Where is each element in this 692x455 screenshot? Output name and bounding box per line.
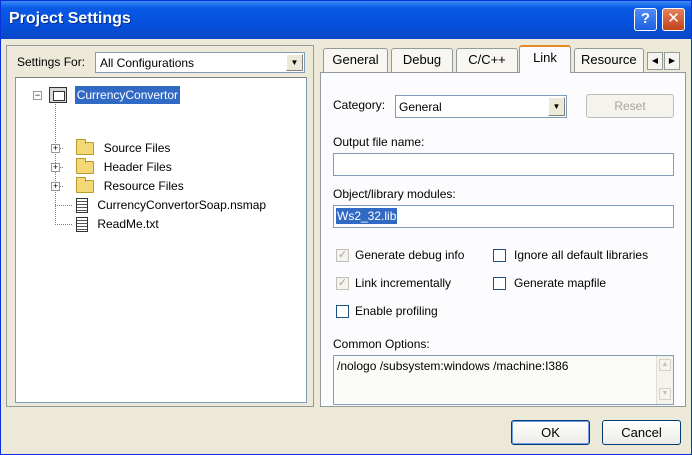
enable-profiling-label: Enable profiling [355, 304, 438, 318]
modules-value: Ws2_32.lib [336, 208, 398, 224]
tab-link[interactable]: Link [519, 45, 571, 73]
tree-item-resource-files[interactable]: + Resource Files [51, 177, 186, 195]
common-options-value: /nologo /subsystem:windows /machine:I386 [337, 359, 569, 373]
tree-item-label: Resource Files [103, 179, 184, 193]
expand-icon[interactable]: + [51, 182, 60, 191]
folder-icon [76, 139, 95, 155]
generate-debug-info-label: Generate debug info [355, 248, 465, 262]
output-file-input[interactable] [333, 153, 674, 176]
common-options-textarea[interactable]: /nologo /subsystem:windows /machine:I386… [333, 355, 674, 405]
folder-icon [76, 177, 95, 193]
category-select[interactable]: General ▼ [395, 95, 567, 118]
configuration-value: All Configurations [100, 56, 195, 70]
reset-button[interactable]: Reset [586, 94, 674, 118]
modules-input[interactable]: Ws2_32.lib [333, 205, 674, 228]
project-settings-dialog: Project Settings ? ✕ Settings For: All C… [0, 0, 692, 455]
scroll-up-icon[interactable]: ▲ [659, 359, 671, 371]
tab-resource[interactable]: Resource [574, 48, 644, 72]
settings-for-panel: Settings For: All Configurations ▼ − Cur… [6, 45, 314, 407]
category-value: General [399, 100, 442, 114]
tree-item-root[interactable]: − CurrencyConvertor [20, 86, 181, 104]
tree-item-source-files[interactable]: + Source Files [51, 139, 172, 157]
ignore-default-libraries-checkbox[interactable] [493, 249, 506, 262]
dropdown-arrow-icon[interactable]: ▼ [548, 97, 565, 116]
common-options-label: Common Options: [333, 337, 430, 351]
scroll-left-icon[interactable]: ◀ [647, 52, 663, 70]
tree-item-readme[interactable]: ReadMe.txt [76, 215, 161, 233]
ignore-default-libraries-label: Ignore all default libraries [514, 248, 649, 262]
close-button[interactable]: ✕ [662, 8, 685, 31]
tab-c-cpp[interactable]: C/C++ [456, 48, 518, 72]
project-icon [49, 87, 68, 103]
tree-connector [55, 205, 72, 206]
scroll-down-icon[interactable]: ▼ [659, 388, 671, 400]
dropdown-arrow-icon[interactable]: ▼ [286, 54, 303, 71]
file-icon [76, 198, 88, 213]
tree-item-label: Header Files [103, 160, 172, 174]
settings-tabs-panel: General Debug C/C++ Link Resource ◀ ▶ Ca… [320, 45, 686, 407]
tree-item-nsmap-file[interactable]: CurrencyConvertorSoap.nsmap [76, 196, 268, 214]
enable-profiling-checkbox[interactable] [336, 305, 349, 318]
generate-mapfile-label: Generate mapfile [514, 276, 607, 290]
tree-connector [55, 224, 72, 225]
tree-item-label: ReadMe.txt [97, 217, 159, 231]
generate-debug-info-checkbox[interactable]: ✓ [336, 249, 349, 262]
tree-item-label: Source Files [103, 141, 171, 155]
tab-debug[interactable]: Debug [391, 48, 453, 72]
title-bar[interactable]: Project Settings ? ✕ [1, 1, 691, 39]
scroll-right-icon[interactable]: ▶ [664, 52, 680, 70]
window-title: Project Settings [9, 10, 131, 27]
help-button[interactable]: ? [634, 8, 657, 31]
settings-for-label: Settings For: [17, 55, 86, 69]
project-tree[interactable]: − CurrencyConvertor + Source Files + Hea… [15, 77, 307, 403]
configuration-select[interactable]: All Configurations ▼ [95, 52, 305, 73]
ok-button[interactable]: OK [511, 420, 590, 445]
modules-label: Object/library modules: [333, 187, 456, 201]
output-file-label: Output file name: [333, 135, 425, 149]
tab-general[interactable]: General [323, 48, 388, 72]
category-label: Category: [333, 98, 386, 112]
tab-scroller: ◀ ▶ [647, 52, 681, 70]
file-icon [76, 217, 88, 232]
link-incrementally-checkbox[interactable]: ✓ [336, 277, 349, 290]
folder-icon [76, 158, 95, 174]
collapse-icon[interactable]: − [33, 91, 42, 100]
link-tab-content: Category: General ▼ Reset Output file na… [320, 72, 686, 407]
expand-icon[interactable]: + [51, 163, 60, 172]
tree-item-label: CurrencyConvertorSoap.nsmap [97, 198, 267, 212]
cancel-button[interactable]: Cancel [602, 420, 681, 445]
generate-mapfile-checkbox[interactable] [493, 277, 506, 290]
tree-item-label: CurrencyConvertor [74, 86, 181, 104]
expand-icon[interactable]: + [51, 144, 60, 153]
dialog-body: Settings For: All Configurations ▼ − Cur… [4, 39, 688, 453]
tree-item-header-files[interactable]: + Header Files [51, 158, 174, 176]
link-incrementally-label: Link incrementally [355, 276, 452, 290]
vertical-scrollbar[interactable]: ▲ ▼ [656, 356, 673, 404]
